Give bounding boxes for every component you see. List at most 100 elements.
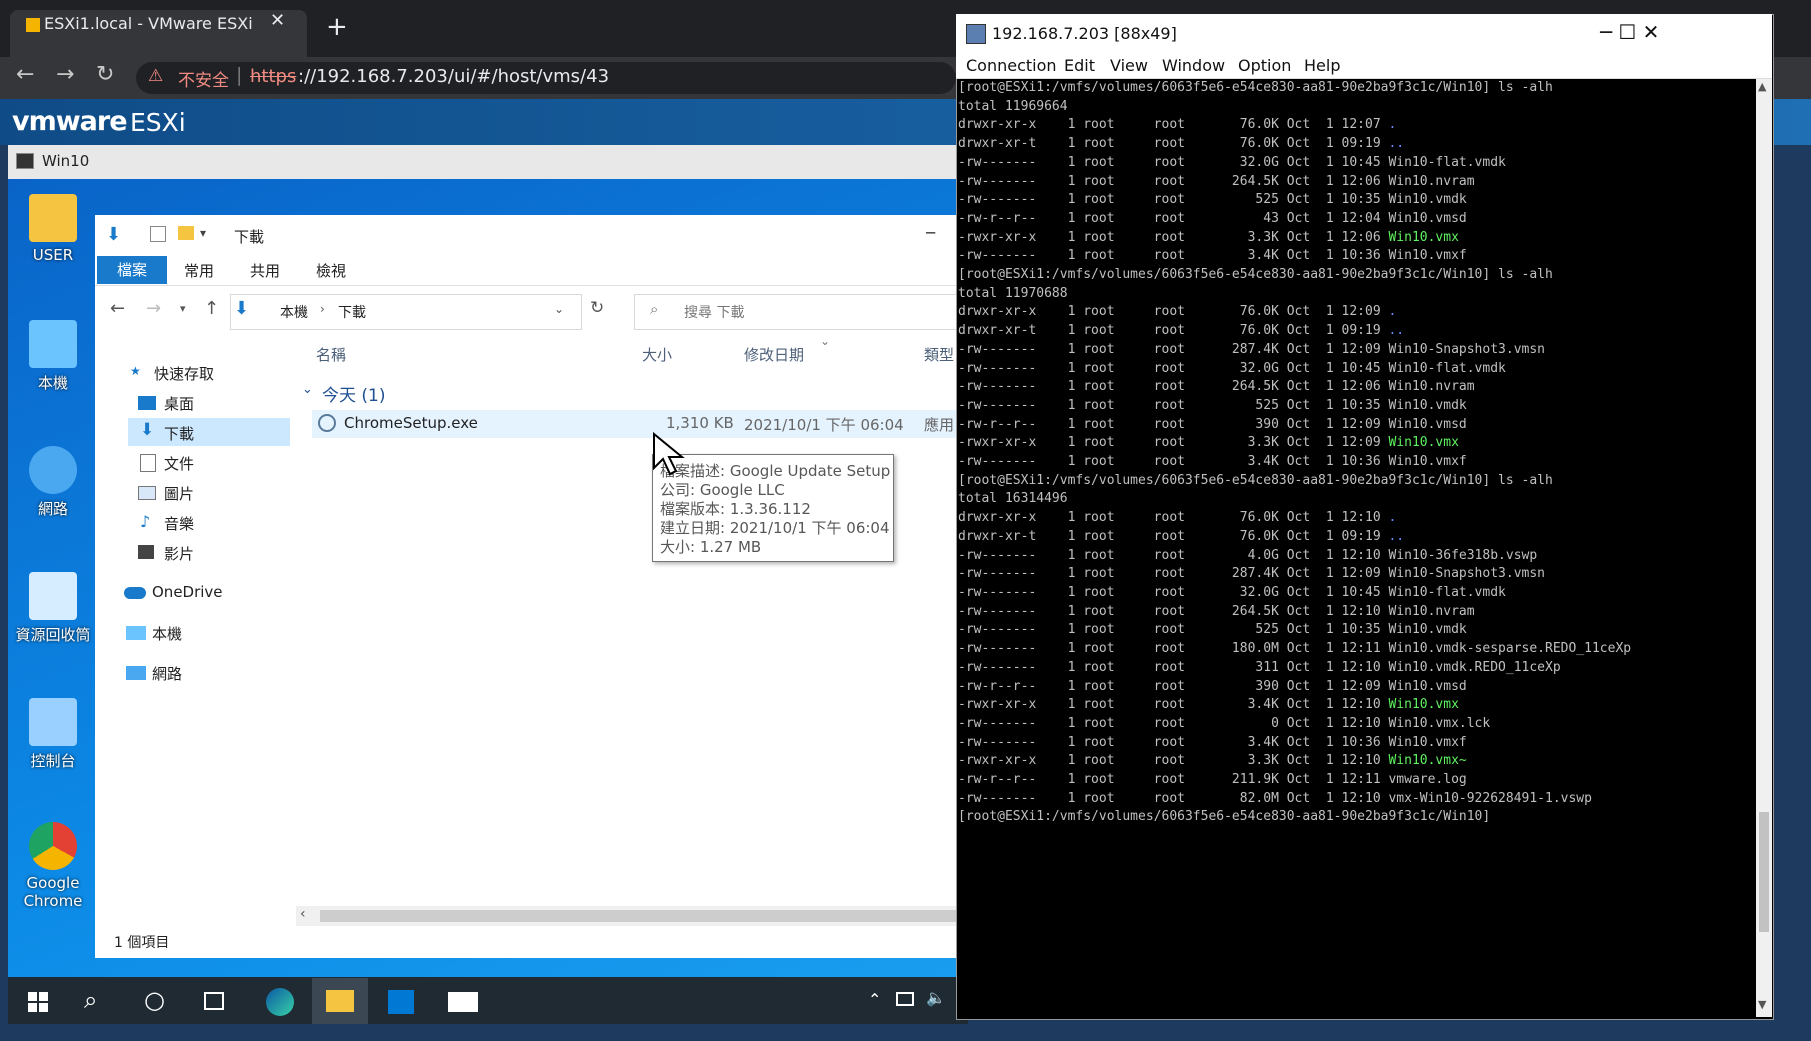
desktop-icon-label: 網路: [37, 500, 68, 518]
windows-start-icon[interactable]: [28, 992, 48, 1012]
address-dropdown-icon[interactable]: ⌄: [554, 302, 564, 316]
menu-connection[interactable]: Connection: [966, 56, 1057, 75]
column-name[interactable]: 名稱: [316, 344, 346, 365]
nav-quick-access[interactable]: 快速存取: [154, 363, 214, 384]
file-name[interactable]: ChromeSetup.exe: [344, 414, 478, 432]
this-pc-icon: [126, 626, 146, 640]
task-view-icon[interactable]: [204, 992, 224, 1010]
nav-this-pc[interactable]: 本機: [152, 623, 182, 644]
scroll-down-icon[interactable]: ▼: [1758, 998, 1766, 1011]
up-arrow-icon[interactable]: ↑: [204, 298, 219, 319]
menu-edit[interactable]: Edit: [1064, 56, 1095, 75]
volume-muted-icon[interactable]: 🔈: [926, 988, 946, 1007]
downloads-icon: ⬇: [140, 420, 155, 440]
network-status-icon[interactable]: [896, 992, 914, 1006]
column-size[interactable]: 大小: [642, 344, 672, 365]
nav-music[interactable]: 音樂: [164, 513, 194, 534]
nav-onedrive[interactable]: OneDrive: [152, 583, 223, 601]
new-folder-icon[interactable]: [178, 226, 194, 240]
desktop-icon-label: 資源回收筒: [15, 626, 91, 644]
breadcrumb-this-pc[interactable]: 本機: [280, 302, 308, 322]
browser-tab-title: ESXi1.local - VMware ESXi: [44, 14, 253, 33]
cortana-icon[interactable]: ○: [144, 986, 165, 1014]
show-hidden-icons-icon[interactable]: ⌃: [868, 990, 881, 1009]
nav-documents[interactable]: 文件: [164, 453, 194, 474]
breadcrumb-downloads[interactable]: 下載: [338, 302, 366, 322]
store-icon[interactable]: [388, 990, 414, 1014]
mail-icon[interactable]: [448, 992, 478, 1012]
scroll-left-icon[interactable]: ‹: [300, 906, 306, 922]
group-header[interactable]: 今天 (1): [322, 381, 385, 406]
menu-option[interactable]: Option: [1238, 56, 1291, 75]
reload-icon[interactable]: ↻: [96, 62, 114, 87]
edge-icon[interactable]: [266, 988, 294, 1016]
ribbon-tab-share[interactable]: 共用: [250, 260, 280, 281]
explorer-ribbon: [95, 255, 968, 286]
scroll-up-icon[interactable]: ▲: [1758, 80, 1766, 93]
ribbon-tab-home[interactable]: 常用: [184, 260, 214, 281]
music-icon: ♪: [140, 512, 151, 531]
terminal-scrollbar-thumb[interactable]: [1759, 812, 1769, 932]
downloads-folder-icon: ⬇: [234, 298, 250, 319]
forward-arrow-icon[interactable]: →: [146, 298, 161, 319]
esxi-product-label: ESXi: [130, 108, 186, 137]
back-icon[interactable]: ←: [16, 62, 34, 87]
search-icon[interactable]: ⌕: [84, 986, 97, 1014]
nav-network[interactable]: 網路: [152, 663, 182, 684]
menu-window[interactable]: Window: [1162, 56, 1225, 75]
user-folder-icon: [29, 194, 77, 242]
desktop-icon-this-pc[interactable]: 本機: [8, 320, 98, 393]
refresh-icon[interactable]: ↻: [590, 298, 604, 318]
url-scheme: https: [250, 66, 297, 87]
pictures-icon: [138, 486, 156, 500]
menu-help[interactable]: Help: [1304, 56, 1340, 75]
recycle-bin-icon: [29, 572, 77, 620]
vmware-logo: vmware: [12, 106, 128, 137]
tab-close-icon[interactable]: ✕: [270, 10, 285, 31]
file-explorer-icon[interactable]: [326, 990, 354, 1012]
download-arrow-icon: ⬇: [106, 224, 122, 245]
quick-access-dropdown-icon[interactable]: ▾: [200, 226, 206, 240]
new-tab-button[interactable]: +: [326, 14, 348, 40]
horizontal-scrollbar-thumb[interactable]: [320, 910, 968, 922]
recent-locations-icon[interactable]: ▾: [180, 302, 186, 315]
properties-icon[interactable]: [150, 226, 166, 242]
desktop-icon-recycle-bin[interactable]: 資源回收筒: [8, 572, 98, 645]
mouse-cursor-icon: [653, 432, 685, 476]
nav-desktop[interactable]: 桌面: [164, 393, 194, 414]
minimize-button[interactable]: ─: [926, 224, 935, 242]
search-placeholder[interactable]: 搜尋 下載: [684, 302, 744, 322]
desktop-icon-control-panel[interactable]: 控制台: [8, 698, 98, 771]
desktop-icon-label: USER: [32, 246, 74, 264]
url-separator: |: [236, 64, 243, 86]
desktop-icon-chrome[interactable]: Google Chrome: [8, 822, 98, 910]
file-type: 應用: [924, 416, 955, 434]
ribbon-tab-view[interactable]: 檢視: [316, 260, 346, 281]
control-panel-icon: [29, 698, 77, 746]
window-controls[interactable]: ─ ☐ ✕: [1600, 20, 1659, 44]
console-icon: [16, 153, 34, 169]
column-type[interactable]: 類型: [924, 344, 954, 365]
desktop-icon-network[interactable]: 網路: [8, 446, 98, 519]
back-arrow-icon[interactable]: ←: [110, 298, 125, 319]
group-collapse-icon[interactable]: ⌄: [302, 382, 313, 397]
star-icon: ★: [130, 364, 141, 378]
forward-icon[interactable]: →: [56, 62, 74, 87]
menu-view[interactable]: View: [1110, 56, 1148, 75]
videos-icon: [138, 545, 154, 559]
url-text[interactable]: ://192.168.7.203/ui/#/host/vms/43: [298, 66, 609, 87]
vmware-favicon-icon: [26, 18, 40, 32]
search-icon: ⌕: [650, 300, 659, 318]
ribbon-tab-file[interactable]: 檔案: [97, 256, 167, 284]
column-modified[interactable]: 修改日期: [744, 344, 804, 365]
this-pc-icon: [29, 320, 77, 368]
desktop-icon-user[interactable]: USER: [8, 194, 98, 264]
nav-downloads[interactable]: 下載: [164, 423, 194, 444]
nav-videos[interactable]: 影片: [164, 543, 194, 564]
warning-icon[interactable]: ⚠: [148, 66, 163, 86]
file-size: 1,310 KB: [666, 414, 734, 432]
nav-pictures[interactable]: 圖片: [164, 483, 194, 504]
terminal-output[interactable]: [root@ESXi1:/vmfs/volumes/6063f5e6-e54ce…: [958, 79, 1756, 1017]
status-item-count: 1 個項目: [114, 935, 170, 951]
url-insecure-label[interactable]: 不安全: [178, 66, 229, 91]
